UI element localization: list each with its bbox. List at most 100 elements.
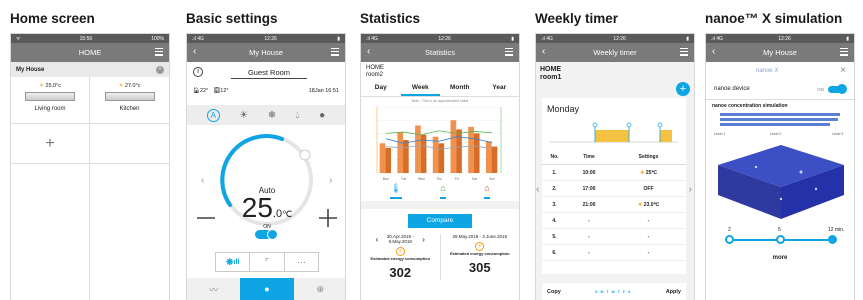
row-time: - bbox=[588, 217, 590, 224]
page-title: Statistics bbox=[424, 48, 455, 57]
back-icon[interactable]: ‹ bbox=[712, 46, 715, 57]
nav-nanoe-icon[interactable]: ● bbox=[240, 278, 294, 300]
compare-button[interactable]: Compare bbox=[408, 214, 472, 228]
unit-card-living-room[interactable]: ☀ 25.0°c Living room bbox=[11, 77, 90, 123]
time-slider[interactable]: 2 5 12 min. bbox=[706, 227, 854, 255]
swing-button[interactable]: ⌜ bbox=[250, 252, 285, 272]
timer-row[interactable]: 6. - - bbox=[542, 245, 686, 261]
row-setting: OFF bbox=[611, 186, 686, 192]
device-label: nanoe device bbox=[714, 86, 750, 92]
range-left[interactable]: 30.Apr.2018 - 6.May.2018 bbox=[380, 234, 420, 244]
setpoint: 25.0℃ bbox=[187, 192, 345, 224]
tick-12: 12 min. bbox=[828, 227, 844, 233]
slider-stop-2[interactable] bbox=[776, 235, 785, 244]
heat-mode-icon[interactable]: ☀ bbox=[239, 110, 248, 121]
tab-day[interactable]: Day bbox=[361, 84, 401, 96]
x-tick-label: Wed bbox=[418, 177, 425, 181]
menu-icon[interactable] bbox=[331, 48, 339, 56]
copy-button[interactable]: Copy bbox=[547, 289, 561, 295]
next-arrow-icon[interactable]: › bbox=[689, 184, 692, 195]
unit-card-kitchen[interactable]: ☀ 27.0°c Kitchen bbox=[90, 77, 169, 123]
menu-icon[interactable] bbox=[155, 48, 163, 56]
close-icon[interactable]: × bbox=[840, 65, 846, 76]
timer-row[interactable]: 1. 10:00 ☀ 25℃ bbox=[542, 165, 686, 181]
status-time: 12:26 bbox=[778, 35, 791, 42]
slider-stop-1[interactable] bbox=[725, 235, 734, 244]
row-setting-value: - bbox=[647, 217, 650, 224]
tab-year[interactable]: Year bbox=[480, 84, 520, 96]
timer-row[interactable]: 2. 17:00 OFF bbox=[542, 181, 686, 197]
range-right[interactable]: 28.May.2018 - 3.June.2018 bbox=[441, 234, 520, 239]
battery-icon: ▮ bbox=[846, 35, 849, 42]
timer-row[interactable]: 5. - - bbox=[542, 229, 686, 245]
unit-temp: ☀ 27.0°c bbox=[118, 83, 140, 89]
add-unit-button[interactable]: + bbox=[11, 124, 90, 163]
page-title: HOME bbox=[78, 48, 102, 57]
chart-bar bbox=[491, 146, 498, 173]
fan-speed-button[interactable]: ❋ ıll bbox=[215, 252, 251, 272]
back-icon[interactable]: ‹ bbox=[542, 46, 545, 57]
section-header[interactable]: My House ⌃ bbox=[11, 62, 169, 77]
back-icon[interactable]: ‹ bbox=[367, 46, 370, 57]
timer-row[interactable]: 4. - - bbox=[542, 213, 686, 229]
screen-title: Statistics bbox=[360, 11, 421, 26]
more-button[interactable]: ··· bbox=[284, 252, 319, 272]
nanoe-phone: .ıl 4G 12:26 ▮ ‹ My House nanoe X × nano… bbox=[705, 33, 855, 300]
menu-icon[interactable] bbox=[680, 48, 688, 56]
location: HOME room1 bbox=[536, 62, 694, 82]
thermometer-icon[interactable]: 🌡︎ bbox=[390, 183, 402, 199]
prev-arrow-icon[interactable]: ‹ bbox=[376, 235, 379, 244]
next-arrow-icon[interactable]: › bbox=[422, 235, 425, 244]
status-time: 12:26 bbox=[438, 35, 451, 42]
room-name[interactable]: Guest Room bbox=[231, 68, 307, 79]
bottom-nav: 〰 ● ⊕ bbox=[187, 278, 345, 300]
tab-week[interactable]: Week bbox=[400, 84, 440, 96]
fan-mode-icon[interactable]: ● bbox=[319, 110, 325, 121]
row-no: 2. bbox=[552, 185, 557, 192]
slider-stop-3[interactable] bbox=[828, 235, 837, 244]
location-room: room2 bbox=[366, 72, 384, 78]
sun-icon: ☀ bbox=[38, 83, 44, 89]
nav-timer-icon[interactable]: ⊕ bbox=[294, 278, 345, 300]
outdoor-icon[interactable]: ⌂ bbox=[484, 183, 490, 199]
timer-footer: Copy S M T W T F S Apply bbox=[542, 283, 686, 300]
battery-icon: ▮ bbox=[337, 35, 340, 42]
outdoor-temp-icon: 🏢︎ bbox=[213, 88, 221, 94]
dry-mode-icon[interactable]: 💧︎ bbox=[296, 110, 300, 121]
screen-title: nanoe™ X simulation bbox=[705, 11, 843, 26]
nanoe-toggle[interactable] bbox=[828, 84, 847, 94]
concentration-bars: Level 1 Level 2 Level 3 bbox=[714, 113, 843, 136]
tick-unit: min. bbox=[834, 227, 845, 233]
day-selector[interactable]: S M T W T F S bbox=[595, 290, 631, 294]
tab-month[interactable]: Month bbox=[440, 84, 480, 96]
col-settings: Settings bbox=[638, 154, 659, 160]
power-toggle[interactable] bbox=[255, 229, 278, 240]
row-setting: ☀ 25℃ bbox=[611, 170, 686, 176]
back-icon[interactable]: ‹ bbox=[193, 46, 196, 57]
location-home: HOME bbox=[540, 66, 561, 73]
row-setting: - bbox=[611, 234, 686, 240]
nav-stats-icon[interactable]: 〰 bbox=[187, 278, 240, 300]
chart-bar bbox=[450, 120, 457, 173]
dial-handle[interactable] bbox=[299, 149, 311, 161]
prev-arrow-icon[interactable]: ‹ bbox=[201, 175, 204, 186]
prev-arrow-icon[interactable]: ‹ bbox=[536, 184, 539, 195]
collapse-icon[interactable]: ⌃ bbox=[156, 65, 164, 74]
menu-icon[interactable] bbox=[840, 48, 848, 56]
next-arrow-icon[interactable]: › bbox=[329, 175, 332, 186]
col-no: No. bbox=[550, 154, 559, 160]
chart-bar bbox=[468, 126, 474, 173]
unit-temp-value: 25.0°c bbox=[45, 83, 62, 89]
info-icon[interactable]: i bbox=[193, 67, 203, 77]
row-time: - bbox=[588, 249, 590, 256]
add-timer-button[interactable]: + bbox=[676, 82, 690, 96]
home-icon[interactable]: ⌂ bbox=[440, 183, 446, 199]
auto-mode-icon[interactable]: A bbox=[206, 108, 220, 122]
apply-button[interactable]: Apply bbox=[666, 289, 681, 295]
unit-temp-value: 27.0°c bbox=[124, 83, 141, 89]
menu-icon[interactable] bbox=[505, 48, 513, 56]
timer-row[interactable]: 3. 21:00 ☀ 23.0℃ bbox=[542, 197, 686, 213]
x-tick-label: Sun bbox=[489, 177, 495, 181]
more-link[interactable]: more bbox=[706, 255, 854, 261]
cool-mode-icon[interactable]: ❄ bbox=[268, 110, 276, 121]
